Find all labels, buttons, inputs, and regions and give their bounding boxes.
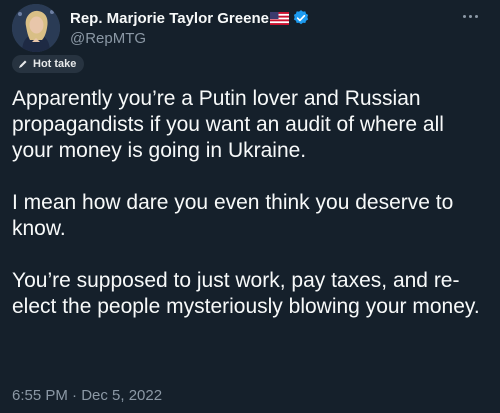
tweet: Rep. Marjorie Taylor Greene @RepMTG Hot …	[0, 0, 500, 413]
label-text: Hot take	[33, 58, 77, 70]
more-horizontal-icon[interactable]	[456, 6, 484, 26]
pen-icon	[19, 60, 27, 68]
author-names: Rep. Marjorie Taylor Greene @RepMTG	[70, 8, 310, 47]
handle[interactable]: @RepMTG	[70, 30, 310, 47]
display-name-row: Rep. Marjorie Taylor Greene	[70, 8, 310, 28]
tweet-header: Rep. Marjorie Taylor Greene @RepMTG	[12, 4, 488, 52]
us-flag-icon	[269, 11, 289, 25]
hot-take-label: Hot take	[12, 55, 85, 73]
tweet-text: Apparently you’re a Putin lover and Russ…	[12, 86, 490, 346]
tweet-paragraph: You’re supposed to just work, pay taxes,…	[12, 269, 480, 318]
display-name[interactable]: Rep. Marjorie Taylor Greene	[70, 10, 269, 27]
verified-badge-icon	[292, 9, 310, 27]
timestamp[interactable]: 6:55 PM · Dec 5, 2022	[12, 387, 162, 404]
avatar[interactable]	[12, 4, 60, 52]
tweet-paragraph: Apparently you’re a Putin lover and Russ…	[12, 87, 444, 162]
tweet-paragraph: I mean how dare you even think you deser…	[12, 191, 454, 240]
